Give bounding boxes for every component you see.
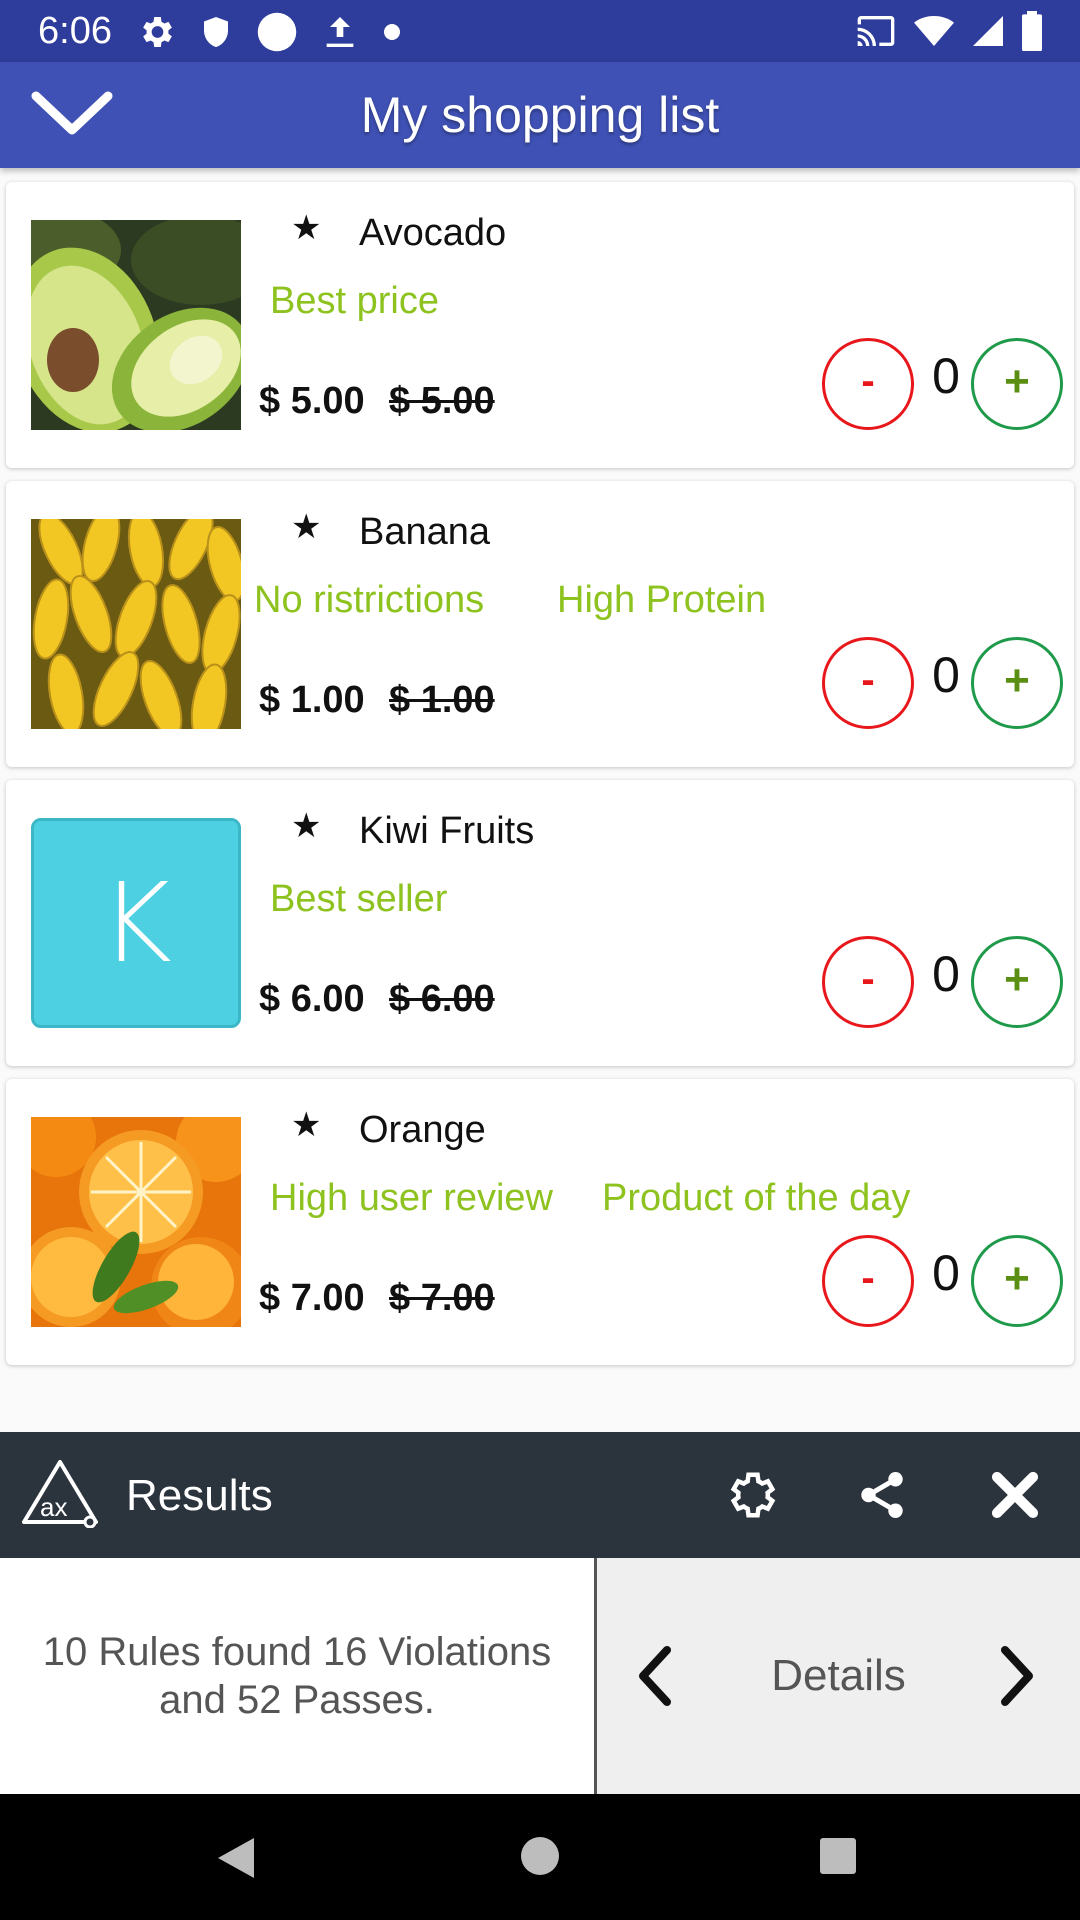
product-price: $ 7.00 (259, 1277, 365, 1319)
quantity-value: 0 (932, 946, 960, 1002)
star-icon[interactable]: ★ (291, 806, 321, 846)
share-button[interactable] (855, 1468, 909, 1527)
ax-logo-icon: ax (20, 1458, 100, 1533)
results-summary-text: 10 Rules found 16 Violations and 52 Pass… (42, 1630, 552, 1722)
product-price: $ 1.00 (259, 679, 365, 721)
product-name: Orange (359, 1109, 486, 1151)
chevron-down-icon (30, 88, 114, 143)
product-tag: No ristrictions (254, 579, 485, 621)
product-card: ★ Orange High user review Product of the… (6, 1079, 1074, 1365)
star-icon[interactable]: ★ (291, 208, 321, 248)
star-icon[interactable]: ★ (291, 1105, 321, 1145)
system-nav-bar (0, 1794, 1080, 1920)
circle-icon (256, 11, 298, 53)
quantity-value: 0 (932, 647, 960, 703)
banana-image (31, 519, 241, 729)
upload-icon (320, 12, 360, 52)
close-button[interactable] (988, 1468, 1042, 1527)
avocado-image (31, 220, 241, 430)
next-button[interactable] (995, 1644, 1039, 1713)
home-icon[interactable] (518, 1834, 562, 1883)
details-pane: Details (597, 1558, 1080, 1794)
app-bar: My shopping list (0, 62, 1080, 168)
product-name: Banana (359, 511, 491, 553)
product-tag: High Protein (557, 579, 767, 621)
product-tag: Best seller (270, 878, 448, 920)
decrease-quantity-button[interactable]: - (822, 936, 914, 1028)
product-card: ★ Banana No ristrictions High Protein $ … (6, 481, 1074, 767)
product-old-price: $ 7.00 (389, 1277, 495, 1319)
dot-icon (382, 12, 402, 52)
product-name: Kiwi Fruits (359, 810, 535, 852)
product-price: $ 6.00 (259, 978, 365, 1020)
settings-button[interactable] (724, 1468, 778, 1527)
kiwi-letter-tile: K (31, 818, 241, 1028)
results-summary-pane: 10 Rules found 16 Violations and 52 Pass… (0, 1558, 594, 1794)
collapse-button[interactable] (20, 72, 124, 158)
increase-quantity-button[interactable]: + (971, 936, 1063, 1028)
decrease-quantity-button[interactable]: - (822, 637, 914, 729)
product-name: Avocado (359, 212, 507, 254)
quantity-value: 0 (932, 1245, 960, 1301)
product-card: ★ Avocado Best price $ 5.00 $ 5.00 - 0 + (6, 182, 1074, 468)
quantity-value: 0 (932, 348, 960, 404)
product-old-price: $ 1.00 (389, 679, 495, 721)
status-icons-right (854, 11, 1044, 51)
increase-quantity-button[interactable]: + (971, 338, 1063, 430)
battery-icon (1020, 11, 1044, 51)
signal-icon (970, 11, 1006, 51)
status-bar: 6:06 (0, 0, 1080, 62)
product-old-price: $ 5.00 (389, 380, 495, 422)
recents-icon[interactable] (818, 1836, 858, 1881)
product-card: K ★ Kiwi Fruits Best seller $ 6.00 $ 6.0… (6, 780, 1074, 1066)
product-tag: Best price (270, 280, 439, 322)
product-tag: Product of the day (602, 1177, 911, 1219)
star-icon[interactable]: ★ (291, 507, 321, 547)
gear-icon (136, 12, 176, 52)
results-toolbar: ax Results (0, 1432, 1080, 1558)
product-price: $ 5.00 (259, 380, 365, 422)
product-tag: High user review (270, 1177, 553, 1219)
wifi-icon (912, 11, 956, 51)
decrease-quantity-button[interactable]: - (822, 338, 914, 430)
decrease-quantity-button[interactable]: - (822, 1235, 914, 1327)
back-icon[interactable] (214, 1834, 258, 1887)
status-icons-left (136, 11, 402, 53)
svg-text:ax: ax (40, 1492, 67, 1522)
product-old-price: $ 6.00 (389, 978, 495, 1020)
increase-quantity-button[interactable]: + (971, 637, 1063, 729)
orange-image (31, 1117, 241, 1327)
results-title: Results (126, 1471, 273, 1520)
increase-quantity-button[interactable]: + (971, 1235, 1063, 1327)
status-time: 6:06 (38, 10, 112, 52)
shield-icon (198, 12, 234, 52)
page-title: My shopping list (360, 87, 720, 143)
cast-icon (854, 11, 898, 51)
